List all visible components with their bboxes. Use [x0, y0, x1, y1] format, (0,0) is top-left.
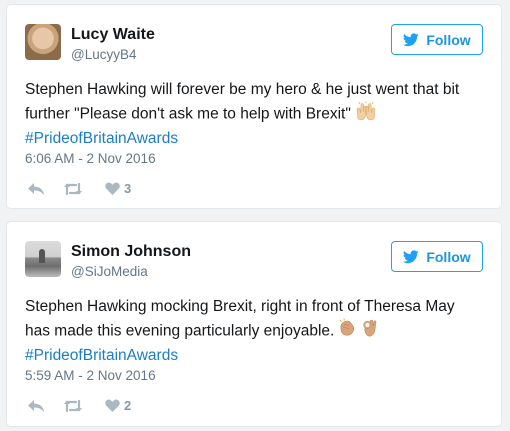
reply-icon	[28, 399, 44, 412]
tweet-feed: Lucy Waite @LucyyB4 Follow Stephen Hawki…	[0, 0, 510, 431]
tweet-timestamp[interactable]: 5:59 AM - 2 Nov 2016	[25, 368, 156, 383]
tweet-text: Stephen Hawking will forever be my hero …	[25, 79, 495, 150]
tweet-text-line: further "Please don't ask me to help wit…	[25, 101, 495, 128]
tweet-card: Lucy Waite @LucyyB4 Follow Stephen Hawki…	[6, 4, 502, 209]
twitter-bird-icon	[403, 32, 420, 46]
retweet-icon	[64, 399, 82, 412]
follow-label: Follow	[426, 248, 471, 265]
retweet-button[interactable]	[63, 182, 105, 196]
tweet-actions: 2	[27, 398, 131, 413]
like-count: 3	[124, 181, 132, 196]
reply-button[interactable]	[27, 399, 63, 413]
like-button[interactable]: 2	[105, 398, 131, 413]
tweet-card: Simon Johnson @SiJoMedia Follow Stephen …	[6, 221, 502, 427]
tweet-text-segment: further "Please don't ask me to help wit…	[25, 105, 351, 123]
tweet-text-line: Stephen Hawking will forever be my hero …	[25, 81, 460, 98]
hashtag-link[interactable]: #PrideofBritainAwards	[25, 345, 495, 367]
heart-icon	[105, 399, 120, 412]
reply-icon	[28, 182, 44, 195]
tweet-text: Stephen Hawking mocking Brexit, right in…	[25, 296, 495, 367]
tweet-timestamp[interactable]: 6:06 AM - 2 Nov 2016	[25, 151, 156, 166]
raised-hands-icon	[355, 101, 377, 128]
like-count: 2	[124, 398, 132, 413]
follow-label: Follow	[426, 31, 471, 48]
author-name[interactable]: Simon Johnson	[71, 243, 191, 261]
tweet-text-line: has made this evening particularly enjoy…	[25, 318, 495, 345]
hashtag-link[interactable]: #PrideofBritainAwards	[25, 128, 495, 150]
tweet-actions: 3	[27, 181, 131, 196]
tweet-text-segment: has made this evening particularly enjoy…	[25, 322, 335, 340]
reply-button[interactable]	[27, 182, 63, 196]
retweet-icon	[64, 182, 82, 195]
clapping-hands-icon	[338, 318, 358, 345]
retweet-button[interactable]	[63, 399, 105, 413]
author-name[interactable]: Lucy Waite	[71, 26, 155, 44]
twitter-bird-icon	[403, 249, 420, 263]
avatar[interactable]	[25, 24, 61, 60]
tweet-text-line: Stephen Hawking mocking Brexit, right in…	[25, 298, 455, 315]
like-button[interactable]: 3	[105, 181, 131, 196]
author-handle[interactable]: @SiJoMedia	[71, 264, 148, 279]
author-handle[interactable]: @LucyyB4	[71, 47, 136, 62]
avatar[interactable]	[25, 241, 61, 277]
follow-button[interactable]: Follow	[391, 24, 483, 55]
heart-icon	[105, 182, 120, 195]
ok-hand-icon	[362, 318, 378, 345]
follow-button[interactable]: Follow	[391, 241, 483, 272]
